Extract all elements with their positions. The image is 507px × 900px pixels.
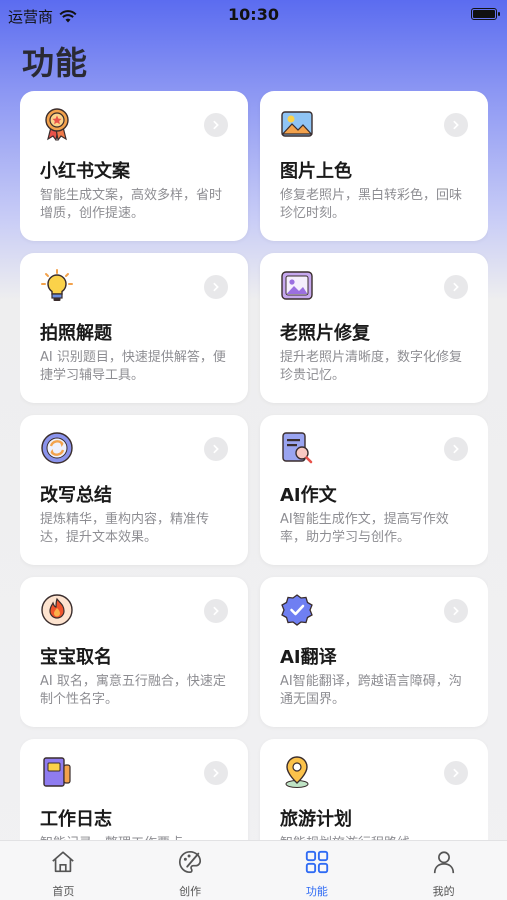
feature-card[interactable]: 工作日志智能记录，整理工作要点。: [20, 739, 248, 841]
feature-name: AI翻译: [280, 647, 337, 668]
feature-card[interactable]: AI翻译 AI智能翻译，跨越语言障碍，沟通无国界。: [260, 577, 488, 727]
chevron-right-icon: [213, 120, 219, 130]
feature-description: 提炼精华，重构内容，精准传达，提升文本效果。: [40, 512, 210, 545]
card-arrow-button[interactable]: [204, 599, 228, 623]
chevron-right-icon: [213, 444, 219, 454]
battery-icon: [471, 8, 500, 20]
chevron-right-icon: [453, 282, 459, 292]
notebook-icon: [40, 755, 74, 789]
chevron-right-icon: [453, 120, 459, 130]
feature-card[interactable]: 小红书文案智能生成文案，高效多样，省时增质，创作提速。: [20, 91, 248, 241]
feature-name: 老照片修复: [280, 323, 370, 344]
tab-label: 功能: [305, 885, 328, 898]
chevron-right-icon: [453, 606, 459, 616]
tab-palette[interactable]: 创作: [127, 841, 254, 900]
user-icon: [431, 849, 457, 879]
landscape-image-icon: [280, 107, 314, 141]
feature-card[interactable]: AI作文 AI智能生成作文，提高写作效率，助力学习与创作。: [260, 415, 488, 565]
flame-icon: [40, 593, 74, 627]
tab-label: 我的: [432, 885, 455, 898]
feature-description: AI智能生成作文，提高写作效率，助力学习与创作。: [280, 512, 449, 545]
tab-grid[interactable]: 功能: [254, 841, 381, 900]
status-bar: 运营商 10:30: [0, 0, 507, 30]
feature-card[interactable]: 图片上色修复老照片，黑白转彩色，回味珍忆时刻。: [260, 91, 488, 241]
feature-name: AI作文: [280, 485, 337, 506]
feature-grid: 小红书文案 智能生成文案，高效多样，省时增质，创作提速。 图片上色 修复老照片，黑白转…: [20, 91, 488, 841]
card-arrow-button[interactable]: [204, 437, 228, 461]
card-arrow-button[interactable]: [204, 761, 228, 785]
feature-card[interactable]: 改写总结提炼精华，重构内容，精准传达，提升文本效果。: [20, 415, 248, 565]
document-search-icon: [280, 431, 314, 465]
card-arrow-button[interactable]: [204, 275, 228, 299]
feature-description: 提升老照片清晰度，数字化修复珍贵记忆。: [280, 350, 463, 383]
feature-name: 拍照解题: [40, 323, 112, 344]
chevron-right-icon: [453, 768, 459, 778]
tab-label: 创作: [179, 885, 202, 898]
feature-description: 修复老照片，黑白转彩色，回味珍忆时刻。: [280, 188, 463, 221]
refresh-circle-icon: [40, 431, 74, 465]
tab-home[interactable]: 首页: [0, 841, 127, 900]
feature-name: 小红书文案: [40, 161, 130, 182]
feature-description: 智能生成文案，高效多样，省时增质，创作提速。: [40, 188, 223, 221]
feature-name: 改写总结: [40, 485, 112, 506]
chevron-right-icon: [213, 282, 219, 292]
feature-name: 工作日志: [40, 809, 112, 830]
clock: 10:30: [228, 5, 279, 24]
palette-icon: [177, 849, 203, 879]
card-arrow-button[interactable]: [444, 275, 468, 299]
page-title: 功能: [22, 44, 89, 82]
grid-icon: [304, 849, 330, 879]
card-arrow-button[interactable]: [444, 599, 468, 623]
chevron-right-icon: [213, 768, 219, 778]
home-icon: [50, 849, 76, 879]
feature-card[interactable]: 拍照解题 AI 识别题目，快速提供解答，便捷学习辅导工具。: [20, 253, 248, 403]
card-arrow-button[interactable]: [444, 437, 468, 461]
feature-description: AI智能翻译，跨越语言障碍，沟通无国界。: [280, 674, 462, 707]
verified-badge-icon: [280, 593, 314, 627]
feature-card[interactable]: 老照片修复提升老照片清晰度，数字化修复珍贵记忆。: [260, 253, 488, 403]
feature-name: 图片上色: [280, 161, 352, 182]
feature-description: AI 取名，寓意五行融合，快速定制个性名字。: [40, 674, 226, 707]
chevron-right-icon: [453, 444, 459, 454]
card-arrow-button[interactable]: [444, 761, 468, 785]
card-arrow-button[interactable]: [204, 113, 228, 137]
chevron-right-icon: [213, 606, 219, 616]
tab-user[interactable]: 我的: [380, 841, 507, 900]
feature-description: AI 识别题目，快速提供解答，便捷学习辅导工具。: [40, 350, 226, 383]
tab-label: 首页: [52, 885, 75, 898]
award-badge-icon: [40, 107, 74, 142]
feature-name: 宝宝取名: [40, 647, 112, 668]
feature-card[interactable]: 宝宝取名 AI 取名，寓意五行融合，快速定制个性名字。: [20, 577, 248, 727]
lightbulb-icon: [40, 269, 74, 303]
card-arrow-button[interactable]: [444, 113, 468, 137]
feature-name: 旅游计划: [280, 809, 352, 830]
photo-frame-icon: [280, 269, 314, 303]
feature-card[interactable]: 旅游计划智能规划旅游行程路线。: [260, 739, 488, 841]
tab-bar: 首页 创作 功能 我的: [0, 840, 507, 900]
location-pin-icon: [280, 755, 314, 789]
